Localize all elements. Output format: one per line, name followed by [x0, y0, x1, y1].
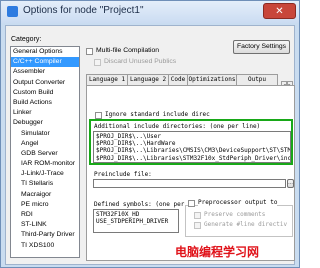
tab-code[interactable]: Code — [168, 74, 188, 85]
category-item[interactable]: C/C++ Compiler — [11, 57, 79, 68]
category-item[interactable]: TI Stellaris — [11, 179, 79, 189]
title-bar[interactable]: Options for node "Project1" ✕ — [1, 1, 299, 23]
preinclude-label: Preinclude file: — [94, 171, 152, 178]
tab-output[interactable]: Outpu — [236, 74, 278, 85]
category-item[interactable]: Output Converter — [11, 78, 79, 88]
preprocessor-output-checkbox[interactable] — [188, 200, 195, 207]
options-dialog: Options for node "Project1" ✕ Category: … — [0, 0, 300, 268]
discard-unused-checkbox[interactable] — [94, 59, 101, 66]
preprocessor-output-label: Preprocessor output to — [198, 199, 278, 206]
category-label: Category: — [11, 36, 42, 43]
close-button[interactable]: ✕ — [263, 3, 296, 19]
category-item[interactable]: Linker — [11, 108, 79, 118]
category-item[interactable]: Angel — [11, 139, 79, 149]
tab-language-1[interactable]: Language 1 — [86, 74, 128, 85]
category-item[interactable]: IAR ROM-monitor — [11, 159, 79, 169]
category-item[interactable]: J-Link/J-Trace — [11, 169, 79, 179]
defined-symbol-line: STM32F10X_HD — [96, 211, 140, 218]
tab-language-2[interactable]: Language 2 — [127, 74, 169, 85]
tab-scroll: ◂▸ — [281, 74, 295, 90]
category-item[interactable]: Simulator — [11, 129, 79, 139]
preserve-comments-checkbox[interactable] — [194, 212, 201, 219]
generate-line-label: Generate #line directiv — [204, 221, 288, 228]
multifile-checkbox[interactable] — [86, 48, 93, 55]
category-item[interactable]: Build Actions — [11, 98, 79, 108]
defined-symbol-line: USE_STDPERIPH_DRIVER — [96, 218, 169, 226]
defined-symbols-field[interactable]: STM32F10X_HD USE_STDPERIPH_DRIVER — [93, 209, 179, 233]
category-item[interactable]: TI XDS100 — [11, 241, 79, 251]
dialog-body: Category: General Options C/C++ Compiler A… — [5, 25, 295, 265]
generate-line-checkbox[interactable] — [194, 222, 201, 229]
ignore-std-include-checkbox[interactable] — [95, 112, 102, 119]
ignore-std-include-label: Ignore standard include direc — [105, 111, 210, 118]
category-item[interactable]: ST-LINK — [11, 220, 79, 230]
category-item[interactable]: GDB Server — [11, 149, 79, 159]
preprocessor-panel: Ignore standard include direc Additional… — [86, 85, 295, 261]
window-title: Options for node "Project1" — [23, 5, 144, 16]
category-item[interactable]: Assembler — [11, 67, 79, 77]
preserve-comments-label: Preserve comments — [204, 211, 266, 218]
tab-optimizations[interactable]: Optimizations — [187, 74, 237, 85]
discard-unused-label: Discard Unused Publics — [104, 58, 177, 65]
category-item[interactable]: Debugger — [11, 118, 79, 128]
category-item[interactable]: RDI — [11, 210, 79, 220]
app-icon — [7, 6, 18, 17]
factory-settings-button[interactable]: Factory Settings — [233, 40, 290, 54]
category-item[interactable]: General Options — [11, 47, 79, 57]
watermark-text: 电脑编程学习网 — [175, 245, 260, 259]
preinclude-field[interactable] — [93, 179, 286, 188]
highlight-box — [89, 119, 293, 165]
category-list[interactable]: General Options C/C++ Compiler Assembler Ou… — [10, 46, 80, 258]
preinclude-browse-button[interactable]: … — [287, 179, 294, 188]
category-item[interactable]: Third-Party Driver — [11, 230, 79, 240]
category-item[interactable]: Custom Build — [11, 88, 79, 98]
category-item[interactable]: Macraigor — [11, 190, 79, 200]
defined-symbols-label: Defined symbols: (one per — [94, 201, 185, 208]
category-item[interactable]: PE micro — [11, 200, 79, 210]
multifile-label: Multi-file Compilation — [96, 47, 160, 54]
